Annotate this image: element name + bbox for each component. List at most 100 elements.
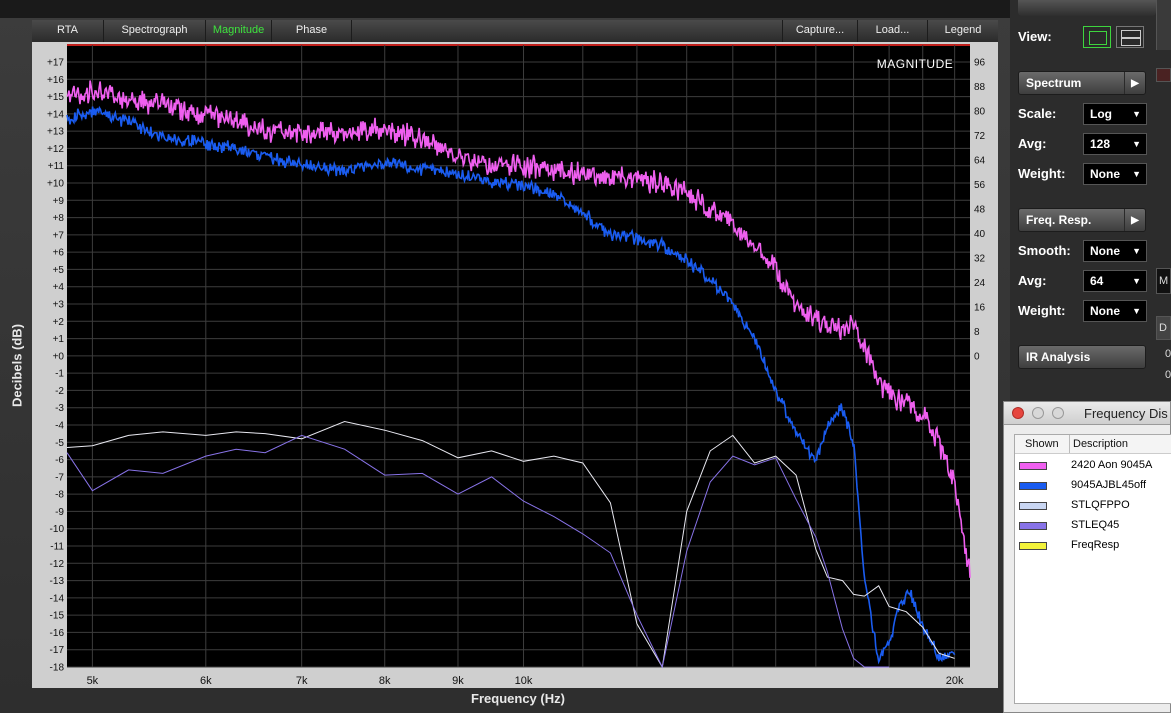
col-description[interactable]: Description — [1073, 438, 1128, 450]
y-tick-label: +14 — [47, 109, 64, 120]
freq-resp-title: Freq. Resp. — [1026, 213, 1092, 227]
spectrum-title: Spectrum — [1026, 76, 1082, 90]
side-strip-d: D — [1156, 316, 1171, 340]
y-tick-label: -2 — [55, 386, 64, 397]
y-tick-label: +10 — [47, 179, 64, 190]
y-tick-label: -13 — [50, 576, 65, 587]
y-right-tick-label: 16 — [974, 302, 986, 313]
y-tick-label: -3 — [55, 403, 64, 414]
trace-description: FreqResp — [1071, 539, 1120, 551]
column-divider — [1069, 435, 1070, 453]
y-right-tick-label: 72 — [974, 131, 986, 142]
frequency-display-dialog: Frequency Dis Shown Description 2420 Aon… — [1003, 401, 1171, 713]
y-tick-label: -11 — [50, 542, 64, 553]
expand-arrow-icon: ▶ — [1124, 209, 1145, 231]
freq-resp-section-button[interactable]: Freq. Resp. ▶ — [1018, 208, 1146, 232]
side-strip-value-1: 0 — [1165, 348, 1171, 360]
y-tick-label: +15 — [47, 92, 64, 103]
y-tick-label: -1 — [55, 369, 64, 380]
y-right-tick-label: 88 — [974, 82, 986, 93]
x-tick-label: 6k — [200, 675, 212, 687]
y-tick-label: -8 — [55, 490, 64, 501]
y-tick-label: +9 — [53, 196, 65, 207]
y-tick-label: -7 — [55, 472, 64, 483]
weight2-value: None — [1090, 304, 1120, 318]
trace-row[interactable]: STLEQ45 — [1015, 516, 1171, 536]
chevron-down-icon: ▼ — [1132, 246, 1141, 256]
chevron-down-icon: ▼ — [1132, 109, 1141, 119]
y-tick-label: +16 — [47, 75, 64, 86]
weight-select[interactable]: None ▼ — [1083, 163, 1147, 185]
y-tick-label: +13 — [47, 127, 64, 138]
avg2-select[interactable]: 64 ▼ — [1083, 270, 1147, 292]
zoom-icon[interactable] — [1052, 407, 1064, 419]
y-tick-label: +6 — [53, 248, 65, 259]
trace-row[interactable]: STLQFPPO — [1015, 496, 1171, 516]
ir-analysis-button[interactable]: IR Analysis — [1018, 345, 1146, 369]
minimize-icon[interactable] — [1032, 407, 1044, 419]
trace-list-header: Shown Description — [1015, 435, 1171, 454]
x-tick-label: 8k — [379, 675, 391, 687]
trace-color-swatch[interactable] — [1019, 462, 1047, 470]
trace-row[interactable]: 2420 Aon 9045A — [1015, 456, 1171, 476]
avg-select[interactable]: 128 ▼ — [1083, 133, 1147, 155]
avg2-label: Avg: — [1018, 273, 1047, 288]
y-axis-label: Decibels (dB) — [9, 323, 25, 408]
y-tick-label: +11 — [48, 161, 65, 172]
avg2-value: 64 — [1090, 274, 1104, 288]
scale-select[interactable]: Log ▼ — [1083, 103, 1147, 125]
x-tick-label: 20k — [946, 675, 964, 687]
trace-color-swatch[interactable] — [1019, 542, 1047, 550]
single-view-button[interactable] — [1083, 26, 1111, 48]
y-tick-label: -17 — [50, 645, 65, 656]
y-tick-label: +4 — [53, 282, 65, 293]
y-tick-label: -4 — [55, 421, 64, 432]
y-right-tick-label: 24 — [974, 278, 986, 289]
trace-color-swatch[interactable] — [1019, 522, 1047, 530]
y-tick-label: +7 — [53, 230, 65, 241]
chart-title: MAGNITUDE — [876, 57, 954, 71]
y-right-tick-label: 48 — [974, 204, 986, 215]
weight2-label: Weight: — [1018, 303, 1066, 318]
trace-description: 2420 Aon 9045A — [1071, 459, 1153, 471]
y-right-tick-label: 64 — [974, 155, 986, 166]
y-tick-label: -10 — [50, 524, 65, 535]
y-tick-label: +2 — [53, 317, 65, 328]
scale-label: Scale: — [1018, 106, 1057, 121]
expand-arrow-icon: ▶ — [1124, 72, 1145, 94]
spectrum-section-button[interactable]: Spectrum ▶ — [1018, 71, 1146, 95]
dialog-titlebar[interactable]: Frequency Dis — [1004, 402, 1170, 425]
y-right-tick-label: 56 — [974, 180, 986, 191]
y-tick-label: -18 — [50, 663, 65, 674]
trace-row[interactable]: 9045AJBL45off — [1015, 476, 1171, 496]
trace-row[interactable]: FreqResp — [1015, 536, 1171, 556]
y-tick-label: -5 — [55, 438, 64, 449]
dialog-title: Frequency Dis — [1084, 406, 1168, 421]
ir-analysis-title: IR Analysis — [1026, 350, 1091, 364]
weight-label: Weight: — [1018, 166, 1066, 181]
y-tick-label: -16 — [50, 628, 65, 639]
col-shown[interactable]: Shown — [1025, 438, 1059, 450]
chevron-down-icon: ▼ — [1132, 276, 1141, 286]
close-icon[interactable] — [1012, 407, 1024, 419]
smooth-select[interactable]: None ▼ — [1083, 240, 1147, 262]
start-button[interactable] — [1018, 0, 1156, 16]
y-tick-label: -15 — [50, 611, 65, 622]
y-tick-label: -9 — [55, 507, 64, 518]
y-tick-label: +0 — [53, 351, 65, 362]
trace-color-swatch[interactable] — [1019, 482, 1047, 490]
y-tick-label: +12 — [47, 144, 64, 155]
y-tick-label: +8 — [53, 213, 65, 224]
chevron-down-icon: ▼ — [1132, 169, 1141, 179]
split-view-button[interactable] — [1116, 26, 1144, 48]
trace-description: STLEQ45 — [1071, 519, 1120, 531]
chevron-down-icon: ▼ — [1132, 306, 1141, 316]
split-view-icon-lower — [1121, 38, 1141, 46]
weight2-select[interactable]: None ▼ — [1083, 300, 1147, 322]
y-tick-label: -14 — [50, 593, 65, 604]
side-strip-top — [1156, 0, 1171, 50]
y-right-tick-label: 8 — [974, 327, 980, 338]
y-right-tick-label: 40 — [974, 229, 986, 240]
single-view-icon — [1089, 31, 1107, 45]
trace-color-swatch[interactable] — [1019, 502, 1047, 510]
